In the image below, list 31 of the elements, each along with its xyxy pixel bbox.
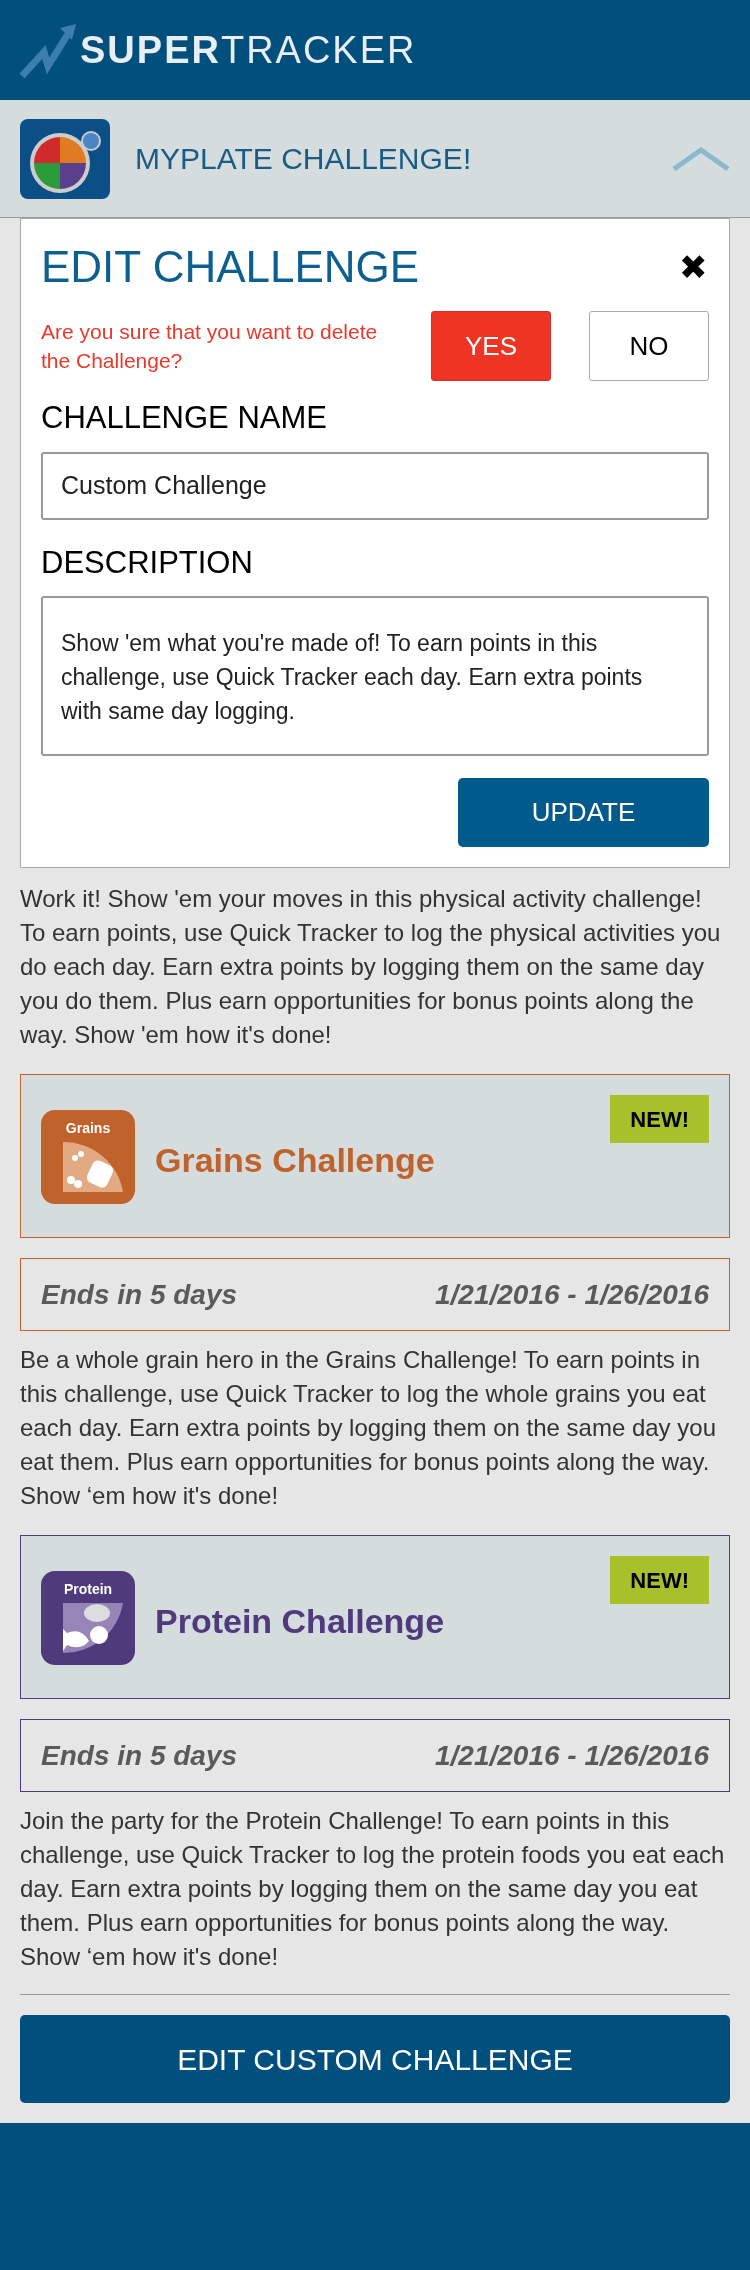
challenge-title: Grains Challenge	[155, 1140, 435, 1181]
challenge-description: Work it! Show 'em your moves in this physical activity challenge! To earn points, use Quick Tracker to log the physical activities you do each day. Earn extra points by logging them on the same day you do them. Plus earn opportunities for bonus points along the way. Show 'em how it's done!	[20, 884, 722, 1050]
dialog-title: EDIT CHALLENGE	[41, 241, 420, 293]
ends-text: Ends in 5 days	[41, 1277, 238, 1312]
field-label: CHALLENGE NAME	[41, 399, 328, 437]
edit-custom-challenge-button[interactable]: EDIT CUSTOM CHALLENGE	[20, 2015, 730, 2103]
update-button[interactable]: UPDATE	[458, 778, 709, 847]
protein-food-icon: Protein	[41, 1571, 135, 1665]
close-button[interactable]: ✖	[679, 250, 707, 284]
plate-icon	[20, 118, 110, 199]
challenge-description: Be a whole grain hero in the Grains Challenge! To earn points in this challenge, use Quick Tracker to log the whole grains you eat each day. Earn extra points by logging them on the same day you eat them. Plus earn opportunities for bonus points along the way. Show ‘em how it's done!	[20, 1345, 717, 1511]
new-badge: NEW!	[610, 1095, 709, 1143]
new-badge: NEW!	[610, 1556, 709, 1604]
field-label: DESCRIPTION	[41, 543, 254, 582]
name-field[interactable]: Custom Challenge	[41, 451, 709, 520]
challenge-card[interactable]: Protein Protein Challenge NEW!	[20, 1535, 730, 1699]
grain-food-icon: Grains	[41, 1110, 135, 1204]
date-range: 1/21/2016 - 1/26/2016	[435, 1738, 709, 1773]
chevron-up-icon[interactable]	[672, 146, 730, 171]
logo-text: SUPERTRACKER	[80, 27, 417, 73]
challenge-title: MYPLATE CHALLENGE!	[135, 141, 473, 177]
no-button[interactable]: NO	[589, 311, 709, 381]
challenge-title: Protein Challenge	[155, 1601, 445, 1642]
challenge-card[interactable]: Grains Grains Challenge NEW!	[20, 1074, 730, 1238]
date-range: 1/21/2016 - 1/26/2016	[435, 1277, 709, 1312]
description-field[interactable]: Show 'em what you're made of! To earn points in this challenge, use Quick Tracker each day. Earn extra points with same day logging.	[41, 596, 709, 756]
yes-button[interactable]: YES	[431, 311, 551, 381]
delete-warning: Are you sure that you want to delete the Challenge?	[41, 319, 379, 374]
challenge-description: Join the party for the Protein Challenge! To earn points in this challenge, use Quick Tracker to log the protein foods you eat each day. Earn extra points by logging them on the same day you eat them. Plus earn opportunities for bonus points along the way. Show ‘em how it's done!	[20, 1806, 726, 1972]
challenge-header-bar[interactable]: MYPLATE CHALLENGE!	[0, 100, 750, 218]
ends-text: Ends in 5 days	[41, 1738, 238, 1773]
